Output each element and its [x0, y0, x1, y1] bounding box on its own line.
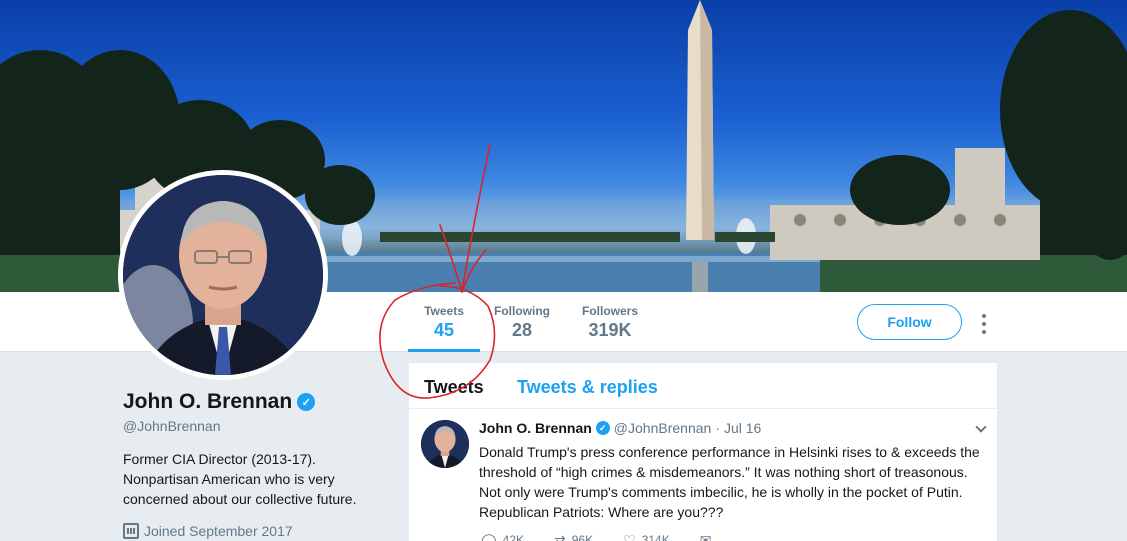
tab-tweets[interactable]: Tweets [424, 377, 484, 398]
tweet-avatar[interactable] [421, 420, 469, 468]
tweet-text: Donald Trump's press conference performa… [479, 444, 980, 520]
timeline-tabs: Tweets Tweets & replies [409, 363, 997, 409]
reply-button[interactable]: ◯ 42K [481, 533, 524, 541]
tweet-timestamp[interactable]: Jul 16 [724, 420, 761, 436]
profile-joined: Joined September 2017 [123, 523, 293, 539]
follow-button[interactable]: Follow [857, 304, 962, 340]
reply-count: 42K [502, 533, 525, 541]
stat-following[interactable]: Following 28 [490, 304, 554, 341]
retweet-button[interactable]: ⇄ 96K [554, 533, 593, 541]
stat-following-value: 28 [511, 320, 533, 340]
message-icon: ✉ [699, 532, 712, 541]
like-button[interactable]: ♡ 314K [623, 533, 670, 541]
like-icon: ♡ [623, 532, 636, 541]
stat-followers[interactable]: Followers 319K [576, 304, 644, 341]
tweet-header: John O. Brennan ✓ @JohnBrennan · Jul 16 [479, 420, 761, 436]
message-button[interactable]: ✉ [700, 533, 712, 541]
retweet-count: 96K [571, 533, 594, 541]
stat-tweets[interactable]: Tweets 45 [408, 304, 480, 341]
profile-handle[interactable]: @JohnBrennan [123, 418, 221, 434]
timeline: Tweets Tweets & replies John O. Brennan … [409, 363, 997, 541]
tweet-author-handle[interactable]: @JohnBrennan [614, 420, 712, 436]
tweet[interactable]: John O. Brennan ✓ @JohnBrennan · Jul 16 … [409, 409, 997, 541]
stat-following-label: Following [494, 304, 550, 318]
retweet-icon: ⇄ [554, 532, 566, 541]
chevron-down-icon[interactable] [975, 421, 987, 433]
tweet-actions: ◯ 42K ⇄ 96K ♡ 314K ✉ [481, 533, 711, 541]
stat-tweets-label: Tweets [424, 304, 464, 318]
tweet-separator: · [715, 420, 720, 436]
tab-tweets-and-replies[interactable]: Tweets & replies [517, 377, 658, 398]
profile-joined-text: Joined September 2017 [144, 523, 293, 539]
reply-icon: ◯ [481, 532, 497, 541]
stat-followers-value: 319K [588, 320, 632, 340]
like-count: 314K [641, 533, 670, 541]
profile-avatar[interactable] [118, 170, 328, 380]
verified-badge-icon: ✓ [297, 393, 316, 411]
active-tab-underline [408, 349, 480, 352]
tweet-author-name[interactable]: John O. Brennan [479, 420, 592, 436]
profile-name[interactable]: John O. Brennan [123, 390, 292, 414]
verified-badge-icon: ✓ [595, 421, 610, 435]
more-options-icon[interactable] [977, 314, 991, 334]
stat-followers-label: Followers [581, 304, 638, 318]
profile-bio: Former CIA Director (2013-17). Nonpartis… [123, 451, 357, 507]
profile-name-row: John O. Brennan ✓ [123, 390, 316, 414]
stat-tweets-value: 45 [433, 320, 455, 340]
calendar-icon [123, 523, 139, 539]
